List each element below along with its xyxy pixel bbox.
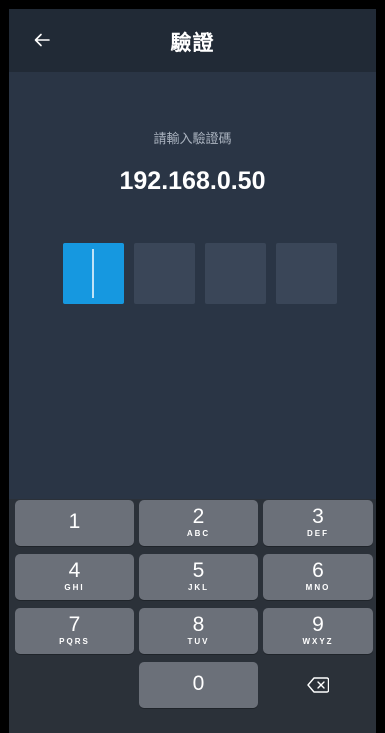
page-title: 驗證 [170, 31, 215, 55]
verification-panel: 請輸入驗證碼 192.168.0.50 [9, 72, 376, 499]
header-bar: 驗證 [9, 9, 376, 72]
text-cursor [92, 249, 94, 298]
key-3[interactable]: 3 DEF [263, 500, 373, 546]
app-frame: 驗證 請輸入驗證碼 192.168.0.50 1 2 ABC 3 DEF 4 G… [9, 9, 376, 733]
key-7[interactable]: 7 PQRS [15, 608, 134, 654]
key-9[interactable]: 9 WXYZ [263, 608, 373, 654]
backspace-icon [307, 677, 329, 693]
key-4[interactable]: 4 GHI [15, 554, 134, 600]
code-box-3[interactable] [205, 243, 266, 304]
code-box-1[interactable] [63, 243, 124, 304]
code-box-2[interactable] [134, 243, 195, 304]
code-input-row[interactable] [63, 243, 337, 304]
code-box-4[interactable] [276, 243, 337, 304]
key-1[interactable]: 1 [15, 500, 134, 546]
key-2[interactable]: 2 ABC [139, 500, 258, 546]
prompt-text: 請輸入驗證碼 [153, 132, 232, 147]
backspace-button[interactable] [263, 662, 373, 708]
numeric-keypad: 1 2 ABC 3 DEF 4 GHI 5 JKL 6 MNO 7 PQRS 8 [9, 499, 376, 733]
key-6[interactable]: 6 MNO [263, 554, 373, 600]
key-0[interactable]: 0 [139, 662, 258, 708]
host-address: 192.168.0.50 [119, 167, 266, 195]
key-8[interactable]: 8 TUV [139, 608, 258, 654]
key-5[interactable]: 5 JKL [139, 554, 258, 600]
